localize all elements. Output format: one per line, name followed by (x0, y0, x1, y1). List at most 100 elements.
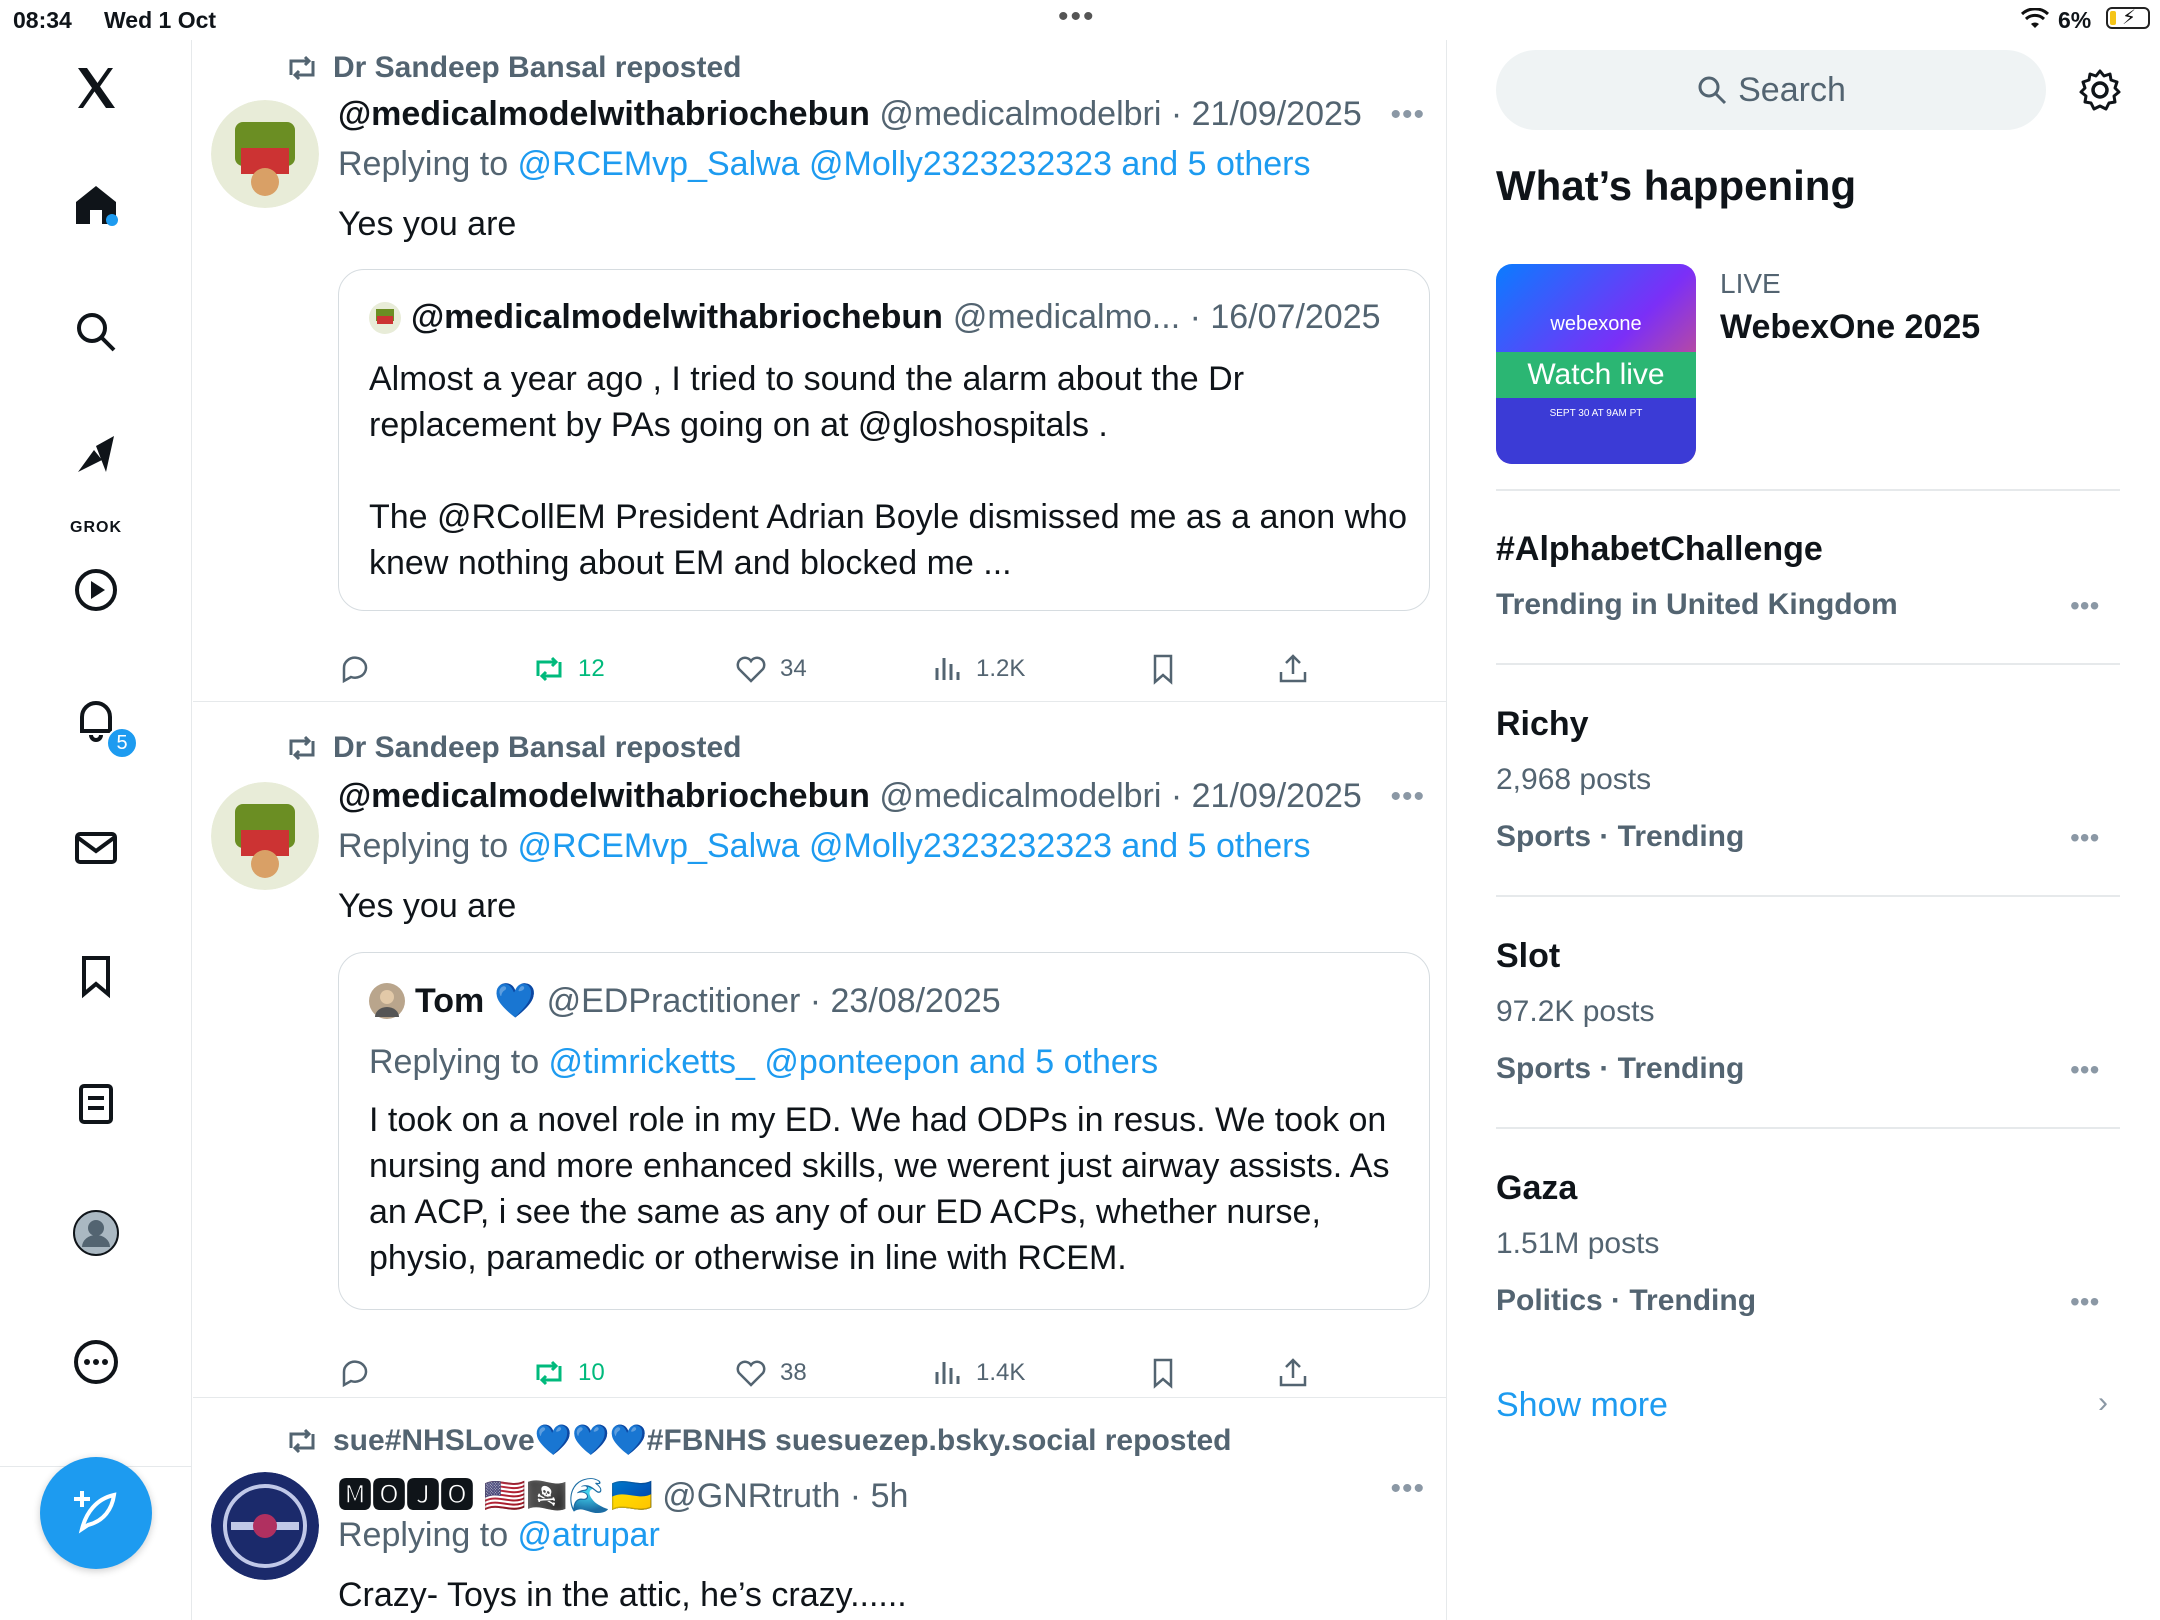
quote-handle-date: @medicalmo... · 16/07/2025 (952, 298, 1381, 336)
views-count: 1.4K (976, 1359, 1026, 1386)
trend-more-icon[interactable]: ••• (2070, 1054, 2099, 1086)
repost-indicator: sue#NHSLove💙💙💙#FBNHS suesuezep.bsky.soci… (285, 1423, 1231, 1458)
reply-bubble-icon (342, 656, 368, 684)
quoted-tweet[interactable]: Tom 💙 @EDPractitioner · 23/08/2025 Reply… (338, 952, 1430, 1310)
share-button[interactable] (1276, 1356, 1310, 1390)
reposted-by-label: Dr Sandeep Bansal reposted (333, 51, 742, 84)
quote-replying-prefix: Replying to (369, 1043, 549, 1081)
search-input[interactable]: Search (1496, 50, 2046, 130)
tweet-header: @medicalmodelwithabriochebun @medicalmod… (338, 95, 1362, 134)
author-handle-date[interactable]: @GNRtruth · 5h (662, 1477, 908, 1515)
like-button[interactable]: 38 (734, 1356, 807, 1390)
notifications-badge: 5 (106, 727, 138, 759)
battery-percent: 6% (2058, 7, 2092, 33)
repost-button[interactable]: 12 (532, 652, 605, 686)
tweet-card[interactable]: Dr Sandeep Bansal reposted @medicalmodel… (193, 40, 1447, 702)
replying-to-links[interactable]: @RCEMvp_Salwa @Molly2323232323 and 5 oth… (518, 827, 1311, 865)
bookmarks-icon[interactable] (70, 950, 122, 1002)
bookmark-button[interactable] (1146, 652, 1180, 686)
search-placeholder: Search (1738, 70, 1846, 109)
battery-icon: ⚡ (2106, 7, 2150, 29)
replying-to-links[interactable]: @RCEMvp_Salwa @Molly2323232323 and 5 oth… (518, 145, 1311, 183)
status-time: 08:34 (13, 7, 72, 33)
trend-more-icon[interactable]: ••• (2070, 590, 2099, 622)
status-bar: 08:34 Wed 1 Oct ••• 6% ⚡ (0, 0, 2160, 40)
repost-icon (536, 1360, 562, 1386)
trend-title[interactable]: Slot (1496, 937, 1560, 976)
author-avatar[interactable] (211, 100, 319, 208)
quote-header: @medicalmodelwithabriochebun @medicalmo.… (369, 298, 1381, 337)
heart-icon (736, 1360, 766, 1387)
share-button[interactable] (1276, 652, 1310, 686)
left-navigation: GROK 5 (0, 40, 192, 1620)
trend-title[interactable]: #AlphabetChallenge (1496, 530, 1823, 569)
trend-post-count: 1.51M posts (1496, 1227, 1660, 1260)
bookmark-button[interactable] (1146, 1356, 1180, 1390)
more-options-icon[interactable] (70, 1336, 122, 1388)
grok-icon[interactable] (70, 430, 122, 482)
thumb-cta: Watch live (1527, 358, 1664, 391)
repost-icon (536, 656, 562, 682)
quote-author-name: Tom (415, 981, 485, 1020)
views-button[interactable]: 1.4K (930, 1356, 1025, 1390)
settings-gear-icon[interactable] (2078, 68, 2122, 112)
x-logo-icon[interactable] (70, 62, 122, 114)
live-label: LIVE (1720, 268, 1781, 299)
live-event-title[interactable]: WebexOne 2025 (1720, 308, 1980, 347)
tweet-actions: 12 34 1.2K (338, 652, 1338, 692)
reply-bubble-icon (342, 1360, 368, 1388)
trend-title[interactable]: Gaza (1496, 1169, 1577, 1208)
views-button[interactable]: 1.2K (930, 652, 1025, 686)
author-handle-date[interactable]: @medicalmodelbri · 21/09/2025 (879, 95, 1361, 133)
compose-post-button[interactable] (40, 1457, 152, 1569)
like-button[interactable]: 34 (734, 652, 807, 686)
trend-more-icon[interactable]: ••• (2070, 1286, 2099, 1318)
repost-button[interactable]: 10 (532, 1356, 605, 1390)
lists-icon[interactable] (70, 1078, 122, 1130)
repost-icon (289, 1428, 315, 1453)
reply-button[interactable] (338, 652, 372, 686)
tweet-card[interactable]: sue#NHSLove💙💙💙#FBNHS suesuezep.bsky.soci… (193, 1398, 1447, 1620)
tweet-text: Crazy- Toys in the attic, he’s crazy....… (338, 1576, 907, 1614)
like-count: 38 (780, 1359, 807, 1386)
author-name[interactable]: @medicalmodelwithabriochebun (338, 777, 870, 815)
quoted-tweet[interactable]: @medicalmodelwithabriochebun @medicalmo.… (338, 269, 1430, 611)
messages-envelope-icon[interactable] (70, 822, 122, 874)
author-name[interactable]: @medicalmodelwithabriochebun (338, 95, 870, 133)
blue-heart-emoji: 💙 (494, 982, 537, 1020)
video-icon[interactable] (70, 564, 122, 616)
tweet-card[interactable]: Dr Sandeep Bansal reposted @medicalmodel… (193, 702, 1447, 1398)
tweet-more-icon[interactable]: ••• (1390, 780, 1425, 814)
multitasking-dots-icon[interactable]: ••• (1058, 0, 1096, 34)
replying-to-links[interactable]: @atrupar (518, 1516, 660, 1554)
repost-count: 12 (578, 655, 605, 682)
search-icon[interactable] (70, 306, 122, 358)
quote-author-name: @medicalmodelwithabriochebun (411, 298, 943, 336)
replying-to-line: Replying to @atrupar (338, 1516, 660, 1555)
tweet-more-icon[interactable]: ••• (1390, 1472, 1425, 1506)
repost-count: 10 (578, 1359, 605, 1386)
quote-replying-links[interactable]: @timricketts_ @ponteepon and 5 others (549, 1043, 1159, 1081)
heart-icon (736, 656, 766, 683)
reply-button[interactable] (338, 1356, 372, 1390)
feather-plus-icon (74, 1491, 117, 1534)
chevron-right-icon[interactable]: › (2098, 1386, 2108, 1420)
profile-avatar-icon[interactable] (70, 1207, 122, 1259)
views-bar-chart-icon (935, 658, 960, 680)
like-count: 34 (780, 655, 807, 682)
author-avatar[interactable] (211, 1472, 319, 1580)
live-event-thumbnail[interactable]: webexone Watch live SEPT 30 AT 9AM PT (1496, 264, 1696, 464)
trend-title[interactable]: Richy (1496, 705, 1589, 744)
views-bar-chart-icon (935, 1362, 960, 1384)
author-handle-date[interactable]: @medicalmodelbri · 21/09/2025 (879, 777, 1361, 815)
home-unread-dot (106, 214, 118, 226)
author-name[interactable]: 🅼🅾🅹🅾 🇺🇸🏴‍☠️🌊🇺🇦 (338, 1477, 653, 1515)
show-more-link[interactable]: Show more (1496, 1386, 1668, 1425)
repost-icon (289, 55, 315, 81)
views-count: 1.2K (976, 655, 1026, 682)
whats-happening-title: What’s happening (1496, 162, 1857, 209)
tweet-more-icon[interactable]: ••• (1390, 98, 1425, 132)
trend-more-icon[interactable]: ••• (2070, 822, 2099, 854)
tweet-actions: 10 38 1.4K (338, 1356, 1338, 1396)
author-avatar[interactable] (211, 782, 319, 890)
